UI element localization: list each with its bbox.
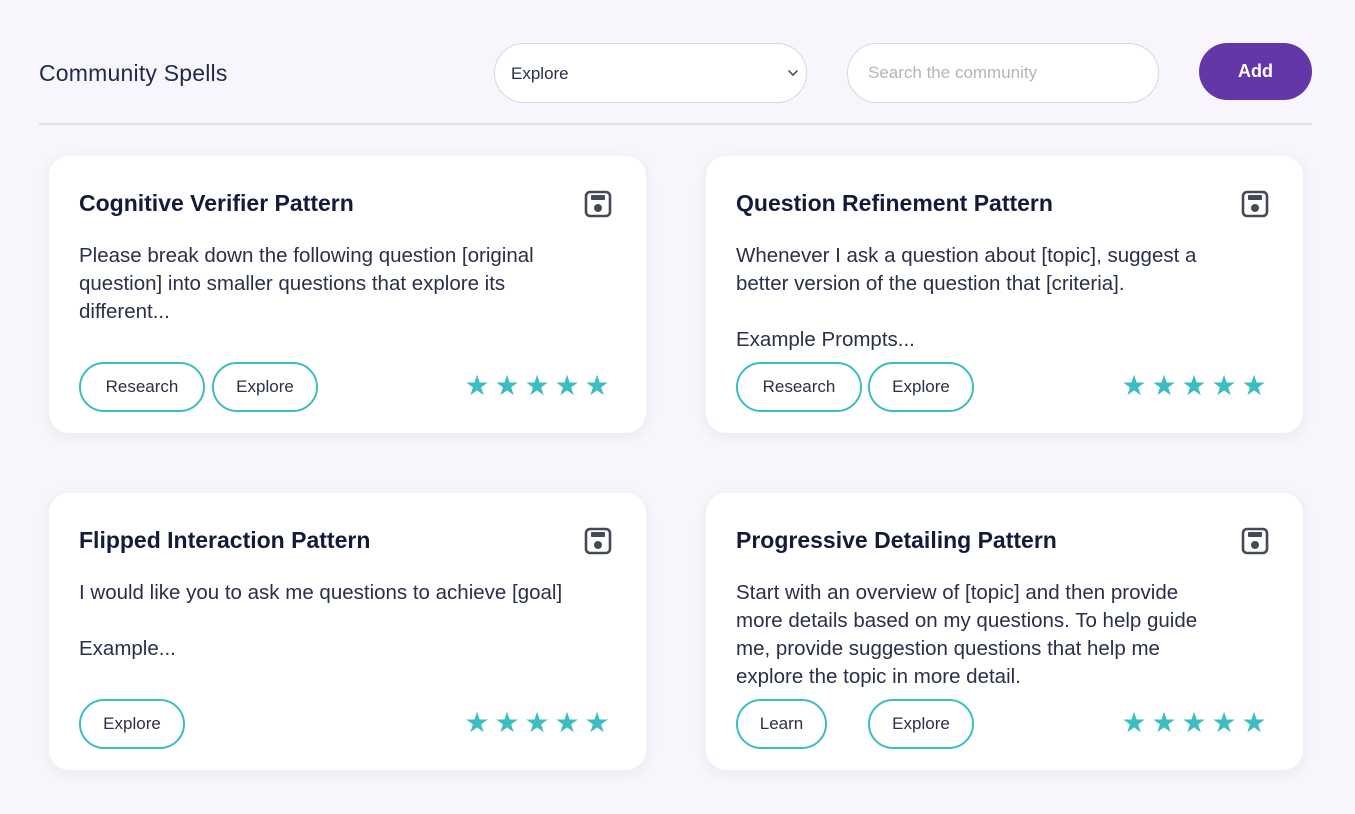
card-title: Flipped Interaction Pattern [79, 527, 371, 553]
star-icon[interactable]: ★ [582, 370, 612, 402]
star-rating: ★ ★ ★ ★ ★ [1119, 370, 1269, 402]
star-icon[interactable]: ★ [552, 370, 582, 402]
star-icon[interactable]: ★ [1119, 707, 1149, 739]
tag-explore[interactable]: Explore [868, 699, 974, 749]
spell-card[interactable]: Cognitive Verifier Pattern Please break … [49, 156, 646, 433]
header-divider [39, 123, 1312, 125]
save-icon[interactable] [584, 190, 612, 218]
tag-research[interactable]: Research [736, 362, 862, 412]
star-icon[interactable]: ★ [492, 370, 522, 402]
star-icon[interactable]: ★ [1209, 707, 1239, 739]
add-button[interactable]: Add [1199, 43, 1312, 100]
tag-learn[interactable]: Learn [736, 699, 827, 749]
page-title: Community Spells [39, 60, 228, 86]
star-icon[interactable]: ★ [462, 370, 492, 402]
star-icon[interactable]: ★ [462, 707, 492, 739]
search-input[interactable] [847, 43, 1159, 103]
card-title: Progressive Detailing Pattern [736, 527, 1057, 553]
card-description: Start with an overview of [topic] and th… [736, 581, 1198, 688]
star-icon[interactable]: ★ [1209, 370, 1239, 402]
star-icon[interactable]: ★ [552, 707, 582, 739]
star-icon[interactable]: ★ [1179, 707, 1209, 739]
star-icon[interactable]: ★ [1179, 370, 1209, 402]
filter-select[interactable]: Explore [494, 43, 807, 103]
spell-card[interactable]: Progressive Detailing Pattern Start with… [706, 493, 1303, 770]
star-icon[interactable]: ★ [582, 707, 612, 739]
tag-explore[interactable]: Explore [212, 362, 318, 412]
save-icon[interactable] [1241, 527, 1269, 555]
card-description: Please break down the following question… [79, 244, 534, 323]
card-title: Question Refinement Pattern [736, 190, 1053, 216]
star-icon[interactable]: ★ [1149, 707, 1179, 739]
save-icon[interactable] [1241, 190, 1269, 218]
star-icon[interactable]: ★ [522, 707, 552, 739]
star-icon[interactable]: ★ [1239, 707, 1269, 739]
tag-research[interactable]: Research [79, 362, 205, 412]
star-icon[interactable]: ★ [1239, 370, 1269, 402]
chevron-down-icon [788, 70, 798, 76]
star-rating: ★ ★ ★ ★ ★ [462, 370, 612, 402]
star-rating: ★ ★ ★ ★ ★ [462, 707, 612, 739]
star-icon[interactable]: ★ [522, 370, 552, 402]
save-icon[interactable] [584, 527, 612, 555]
card-title: Cognitive Verifier Pattern [79, 190, 354, 216]
card-description: I would like you to ask me questions to … [79, 581, 563, 660]
spell-card[interactable]: Question Refinement Pattern Whenever I a… [706, 156, 1303, 433]
card-description: Whenever I ask a question about [topic],… [736, 244, 1197, 351]
star-icon[interactable]: ★ [492, 707, 522, 739]
star-icon[interactable]: ★ [1119, 370, 1149, 402]
spell-card[interactable]: Flipped Interaction Pattern I would like… [49, 493, 646, 770]
star-rating: ★ ★ ★ ★ ★ [1119, 707, 1269, 739]
header: Community Spells Explore Add [39, 42, 1312, 104]
tag-explore[interactable]: Explore [868, 362, 974, 412]
star-icon[interactable]: ★ [1149, 370, 1179, 402]
tag-explore[interactable]: Explore [79, 699, 185, 749]
filter-select-value: Explore [511, 64, 569, 83]
